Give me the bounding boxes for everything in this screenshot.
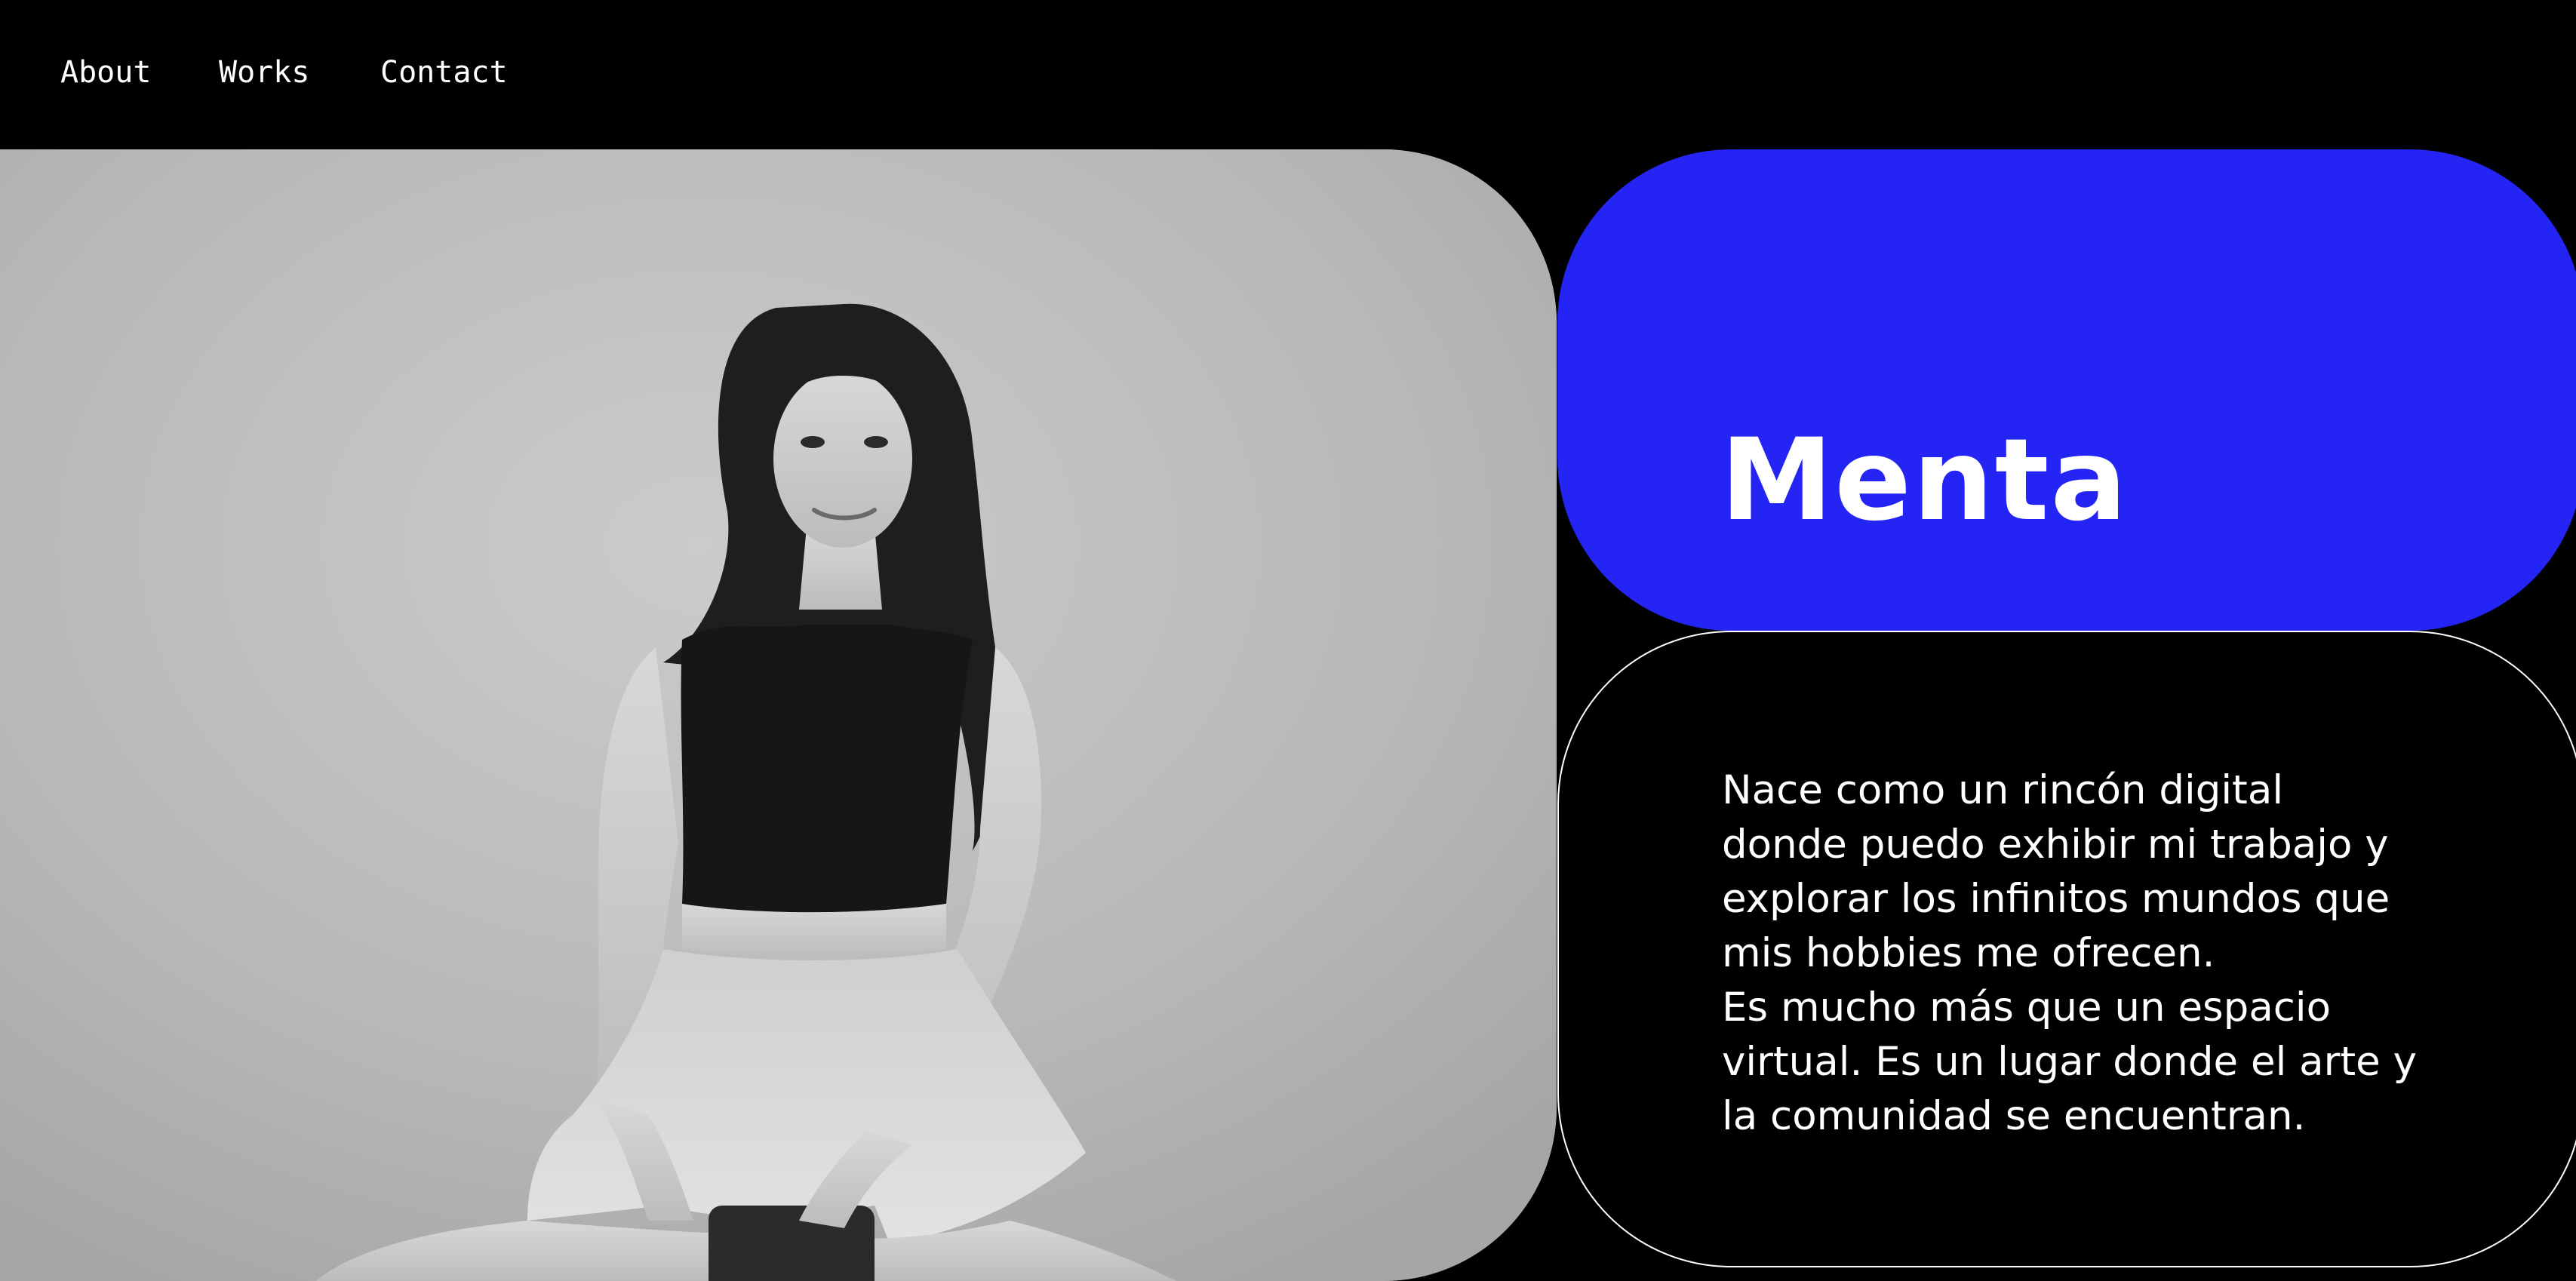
nav-link-works[interactable]: Works <box>219 51 309 94</box>
portrait-photo <box>0 149 1557 1281</box>
description-text: Nace como un rincón digital donde puedo … <box>1722 767 2418 1139</box>
description-card: Nace como un rincón digital donde puedo … <box>1557 631 2576 1267</box>
top-nav: About Works Contact <box>0 0 2576 149</box>
nav-link-contact[interactable]: Contact <box>380 51 508 94</box>
portrait-illustration <box>0 149 1557 1281</box>
title-card: Menta <box>1557 149 2576 631</box>
page-title: Menta <box>1720 415 2129 546</box>
nav-link-about[interactable]: About <box>60 51 151 94</box>
